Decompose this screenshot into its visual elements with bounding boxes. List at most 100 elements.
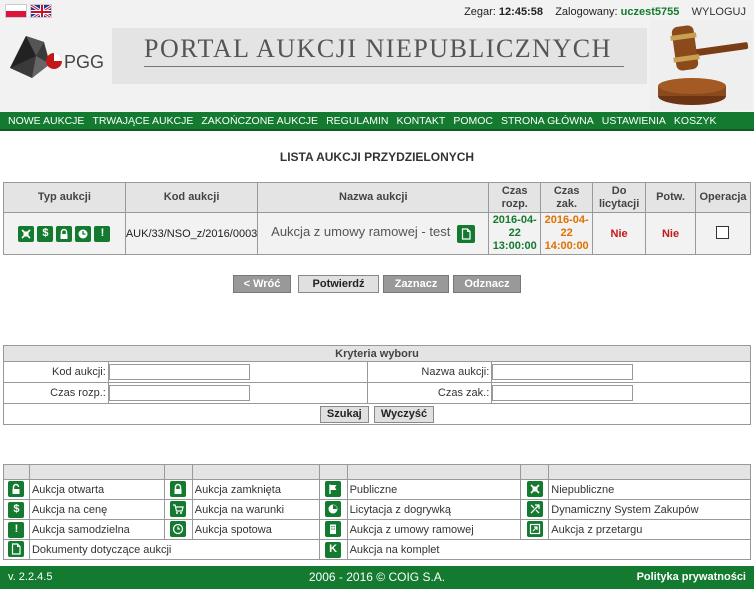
back-button[interactable]: < Wróć (233, 275, 291, 293)
select-all-button[interactable]: Zaznacz (383, 275, 449, 293)
nav-item-ustawienia[interactable]: USTAWIENIA (598, 115, 670, 127)
nazwa-aukcji-input[interactable] (492, 364, 634, 380)
logged-label: Zalogowany: (555, 6, 618, 18)
flag-icon (325, 481, 342, 497)
start-date: 2016-04-22 (492, 214, 537, 239)
legend-aukcja-na-warunki: Aukcja na warunki (191, 499, 320, 520)
clock-value: 12:45:58 (498, 6, 543, 18)
legend-niepubliczne: Niepubliczne (548, 479, 751, 500)
english-flag-icon[interactable] (30, 4, 52, 18)
nazwa-aukcji-label: Nazwa aukcji: (366, 361, 493, 383)
potw-cell: Nie (645, 212, 696, 255)
czas-zak-label: Czas zak.: (366, 382, 493, 404)
legend-aukcja-z-umowy-ramowej: Aukcja z umowy ramowej (346, 519, 522, 540)
logo-text: PGG (64, 52, 104, 72)
potw-value: Nie (661, 227, 680, 240)
nazwa-aukcji-cell: Aukcja z umowy ramowej - test (257, 212, 490, 255)
dollar-icon: $ (37, 225, 54, 242)
legend-aukcja-na-cene: Aukcja na cenę (28, 499, 165, 520)
type-icons-cell: $ ! (3, 212, 126, 255)
banner-underline (144, 66, 624, 67)
kod-aukcji-label: Kod aukcji: (3, 361, 109, 383)
legend-table: Aukcja otwarta Aukcja zamknięta Publiczn… (3, 464, 752, 560)
start-time: 13:00:00 (492, 240, 537, 252)
niepubliczne-icon (18, 225, 35, 242)
nav-item-kontakt[interactable]: KONTAKT (393, 115, 450, 127)
column-header-nazwa: Nazwa aukcji (257, 182, 490, 213)
nav-item-strona-glowna[interactable]: STRONA GŁÓWNA (497, 115, 598, 127)
portal-title: PORTAL AUKCJI NIEPUBLICZNYCH (144, 34, 612, 63)
document-icon[interactable] (457, 224, 476, 243)
timer-icon (325, 501, 342, 517)
legend-aukcja-z-przetargu: Aukcja z przetargu (548, 519, 751, 540)
column-header-do-licytacji: Do licytacji (592, 182, 647, 213)
kod-aukcji-input[interactable] (108, 364, 250, 380)
filter-title: Kryteria wyboru (3, 345, 751, 362)
legend-dynamiczny-system: Dynamiczny System Zakupów (548, 499, 751, 520)
column-header-czas-zak: Czas zak. (540, 182, 594, 213)
nav-item-trwajace-aukcje[interactable]: TRWAJĄCE AUKCJE (88, 115, 197, 127)
column-header-kod: Kod aukcji (124, 182, 259, 213)
nav-item-nowe-aukcje[interactable]: NOWE AUKCJE (4, 115, 88, 127)
czas-zak-cell: 2016-04-22 14:00:00 (540, 212, 594, 255)
czas-rozp-label: Czas rozp.: (3, 382, 109, 404)
komplet-icon: K (325, 541, 342, 558)
clock-icon (170, 521, 187, 537)
page-title: LISTA AUKCJI PRZYDZIELONYCH (279, 150, 475, 164)
building-icon (325, 521, 342, 537)
clock-icon (75, 225, 92, 242)
end-date: 2016-04-22 (544, 214, 589, 239)
legend-aukcja-zamknieta: Aukcja zamknięta (191, 479, 320, 500)
polish-flag-icon[interactable] (5, 4, 27, 18)
deselect-all-button[interactable]: Odznacz (453, 275, 521, 293)
confirm-button[interactable]: Potwierdź (298, 275, 379, 293)
portal-banner: PORTAL AUKCJI NIEPUBLICZNYCH (112, 28, 647, 84)
main-nav: NOWE AUKCJE TRWAJĄCE AUKCJE ZAKOŃCZONE A… (0, 112, 754, 131)
cart-icon (170, 501, 187, 517)
czas-rozp-cell: 2016-04-22 13:00:00 (488, 212, 542, 255)
arrows-icon (526, 501, 543, 517)
czas-zak-input[interactable] (492, 385, 634, 401)
dollar-icon: $ (8, 501, 25, 518)
footer: v. 2.2.4.5 2006 - 2016 © COIG S.A. Polit… (0, 566, 754, 589)
nav-item-zakonczone-aukcje[interactable]: ZAKOŃCZONE AUKCJE (197, 115, 322, 127)
lock-open-icon (8, 481, 25, 497)
column-header-typ: Typ aukcji (3, 182, 126, 213)
nav-item-regulamin[interactable]: REGULAMIN (322, 115, 392, 127)
exclamation-icon: ! (94, 225, 111, 242)
auction-name[interactable]: Aukcja z umowy ramowej - test (271, 224, 450, 239)
lock-closed-icon (170, 481, 187, 497)
legend-aukcja-otwarta: Aukcja otwarta (28, 479, 165, 500)
table-header-row: Typ aukcji Kod aukcji Nazwa aukcji Czas … (3, 182, 752, 213)
status-bar: Zegar: 12:45:58 Zalogowany: uczest5755 W… (464, 6, 746, 18)
niepubliczne-icon (526, 481, 543, 497)
filter-actions: Szukaj Wyczyść (3, 403, 751, 425)
nav-item-koszyk[interactable]: KOSZYK (670, 115, 721, 127)
search-button[interactable]: Szukaj (319, 405, 369, 423)
logout-link[interactable]: WYLOGUJ (692, 6, 746, 18)
column-header-potw: Potw. (645, 182, 696, 213)
row-checkbox[interactable] (716, 225, 730, 239)
clear-button[interactable]: Wyczyść (373, 405, 435, 423)
operacja-cell (694, 212, 752, 255)
czas-rozp-input[interactable] (108, 385, 250, 401)
arrow-up-right-icon (526, 521, 543, 537)
column-header-operacja: Operacja (694, 182, 752, 213)
gavel-icon (650, 20, 752, 110)
do-licytacji-cell: Nie (592, 212, 647, 255)
kod-aukcji-cell: AUK/33/NSO_z/2016/0003 (124, 212, 259, 255)
end-time: 14:00:00 (544, 240, 589, 252)
legend-dokumenty: Dokumenty dotyczące aukcji (28, 539, 320, 560)
header: Zegar: 12:45:58 Zalogowany: uczest5755 W… (0, 0, 754, 112)
auctions-table: Typ aukcji Kod aukcji Nazwa aukcji Czas … (3, 182, 752, 255)
clock-label: Zegar: (464, 6, 496, 18)
pgg-logo[interactable]: PGG (8, 28, 118, 83)
column-header-czas-rozp: Czas rozp. (488, 182, 542, 213)
legend-licytacja-z-dogrywka: Licytacja z dogrywką (346, 499, 522, 520)
legend-publiczne: Publiczne (346, 479, 522, 500)
privacy-policy-link[interactable]: Polityka prywatności (637, 571, 746, 583)
username: uczest5755 (620, 6, 680, 18)
nav-item-pomoc[interactable]: POMOC (449, 115, 497, 127)
table-row: $ ! AUK/33/NSO_z/2016/0003 Aukcja z umow… (3, 212, 752, 255)
legend-aukcja-spotowa: Aukcja spotowa (191, 519, 320, 540)
